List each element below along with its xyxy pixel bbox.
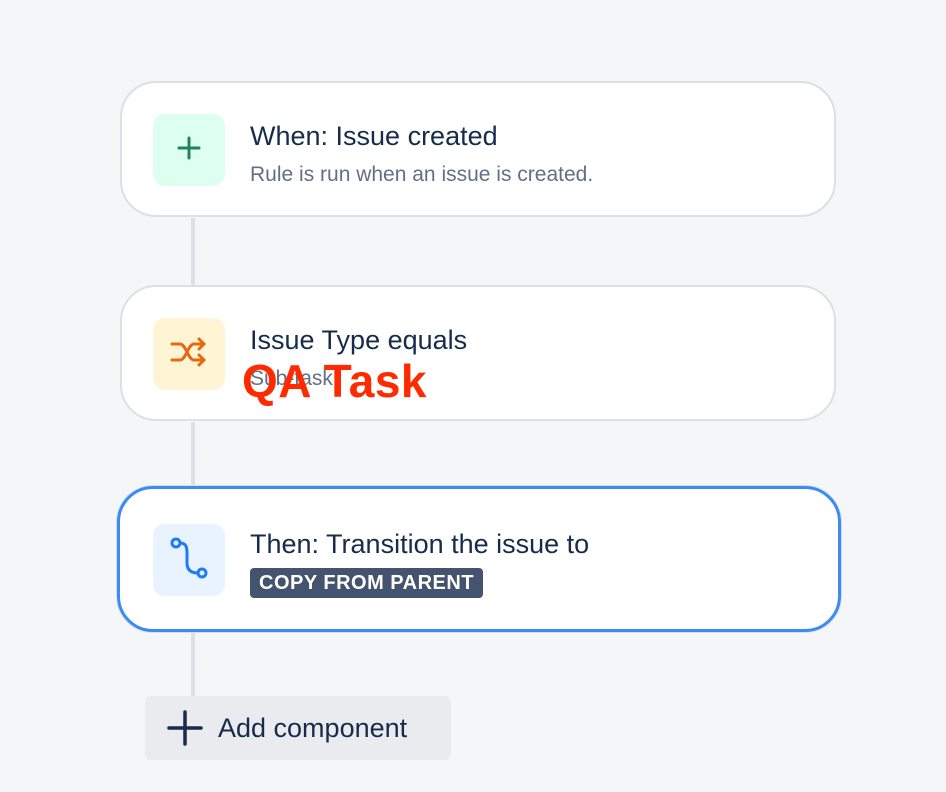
- shuffle-icon: [169, 336, 209, 373]
- plus-icon: [175, 134, 203, 167]
- trigger-icon-box: [153, 114, 225, 186]
- rule-canvas: When: Issue created Rule is run when an …: [0, 0, 946, 792]
- action-title: Then: Transition the issue to: [250, 529, 590, 559]
- overlay-annotation: QA Task: [242, 355, 428, 407]
- connector-line: [191, 632, 195, 698]
- transition-icon: [169, 537, 209, 584]
- trigger-description: Rule is run when an issue is created.: [250, 163, 594, 186]
- connector-line: [191, 422, 195, 488]
- add-component-label: Add component: [218, 712, 408, 743]
- condition-card[interactable]: Issue Type equals Sub-task: [120, 285, 836, 421]
- trigger-card[interactable]: When: Issue created Rule is run when an …: [120, 81, 836, 217]
- trigger-title: When: Issue created: [250, 121, 498, 151]
- plus-icon: [167, 710, 203, 746]
- action-icon-box: [153, 524, 225, 596]
- status-lozenge: COPY FROM PARENT: [250, 568, 484, 598]
- action-card[interactable]: Then: Transition the issue to COPY FROM …: [117, 486, 841, 632]
- add-component-button[interactable]: Add component: [145, 696, 451, 760]
- condition-icon-box: [153, 318, 225, 390]
- connector-line: [191, 218, 195, 286]
- condition-title: Issue Type equals: [250, 325, 468, 355]
